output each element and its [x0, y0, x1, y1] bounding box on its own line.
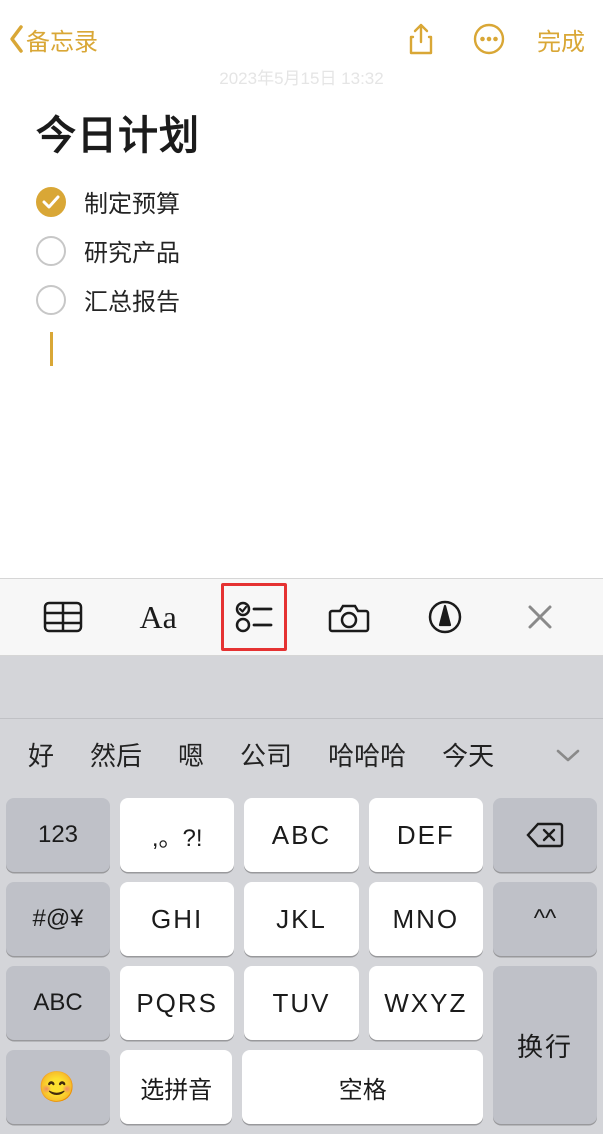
checkbox-unchecked-icon[interactable]	[36, 285, 66, 315]
note-title[interactable]: 今日计划	[36, 103, 567, 161]
note-body[interactable]: 今日计划 制定预算 研究产品 汇总报告	[0, 89, 603, 578]
return-key[interactable]: 换行	[493, 966, 597, 1124]
checklist-item[interactable]: 汇总报告	[36, 275, 567, 324]
expand-predictions-button[interactable]	[543, 730, 593, 780]
text-cursor	[50, 332, 53, 366]
note-timestamp: 2023年5月15日 13:32	[0, 64, 603, 89]
checklist: 制定预算 研究产品 汇总报告	[36, 177, 567, 366]
more-button[interactable]	[469, 19, 509, 59]
prediction-word[interactable]: 公司	[222, 736, 310, 773]
prediction-word[interactable]: 哈哈哈	[310, 736, 424, 773]
table-button[interactable]	[30, 589, 96, 645]
emoji-key[interactable]: 😊	[6, 1050, 110, 1124]
markup-button[interactable]	[412, 589, 478, 645]
key-abc[interactable]: ABC	[244, 798, 358, 872]
checklist-item-text: 制定预算	[84, 184, 180, 219]
text-format-button[interactable]: Aa	[125, 589, 191, 645]
checkbox-unchecked-icon[interactable]	[36, 236, 66, 266]
select-pinyin-key[interactable]: 选拼音	[120, 1050, 232, 1124]
checklist-item-text: 汇总报告	[84, 282, 180, 317]
prediction-word[interactable]: 嗯	[160, 736, 222, 773]
prediction-word[interactable]: 今天	[424, 736, 512, 773]
key-wxyz[interactable]: WXYZ	[369, 966, 483, 1040]
share-button[interactable]	[401, 19, 441, 59]
dismiss-keyboard-button[interactable]	[507, 589, 573, 645]
key-123[interactable]: 123	[6, 798, 110, 872]
key-ghi[interactable]: GHI	[120, 882, 234, 956]
prediction-bar: 好 然后 嗯 公司 哈哈哈 今天	[0, 718, 603, 790]
camera-button[interactable]	[316, 589, 382, 645]
prediction-word[interactable]: 然后	[72, 736, 160, 773]
keyboard: 123 ,。?! ABC DEF #@¥ GHI JKL MNO ^^ ABC …	[0, 790, 603, 1134]
checklist-item[interactable]: 研究产品	[36, 226, 567, 275]
key-jkl[interactable]: JKL	[244, 882, 358, 956]
space-key[interactable]: 空格	[242, 1050, 483, 1124]
top-nav: 备忘录 完成	[0, 0, 603, 68]
backspace-key[interactable]	[493, 798, 597, 872]
prediction-word[interactable]: 好	[10, 736, 72, 773]
keyboard-spacer	[0, 656, 603, 718]
aa-label: Aa	[139, 599, 176, 636]
key-face[interactable]: ^^	[493, 882, 597, 956]
chevron-left-icon	[6, 22, 28, 56]
checklist-item[interactable]: 制定预算	[36, 177, 567, 226]
done-button[interactable]: 完成	[537, 22, 585, 57]
key-pqrs[interactable]: PQRS	[120, 966, 234, 1040]
key-latin[interactable]: ABC	[6, 966, 110, 1040]
checklist-button[interactable]	[221, 583, 287, 651]
key-punct[interactable]: ,。?!	[120, 798, 234, 872]
key-mno[interactable]: MNO	[369, 882, 483, 956]
checklist-item-text: 研究产品	[84, 233, 180, 268]
nav-actions: 完成	[401, 19, 585, 59]
checkbox-checked-icon[interactable]	[36, 187, 66, 217]
format-toolbar: Aa	[0, 578, 603, 656]
back-button[interactable]: 备忘录	[6, 22, 98, 57]
key-def[interactable]: DEF	[369, 798, 483, 872]
back-label: 备忘录	[26, 22, 98, 57]
key-tuv[interactable]: TUV	[244, 966, 358, 1040]
key-symbols[interactable]: #@¥	[6, 882, 110, 956]
